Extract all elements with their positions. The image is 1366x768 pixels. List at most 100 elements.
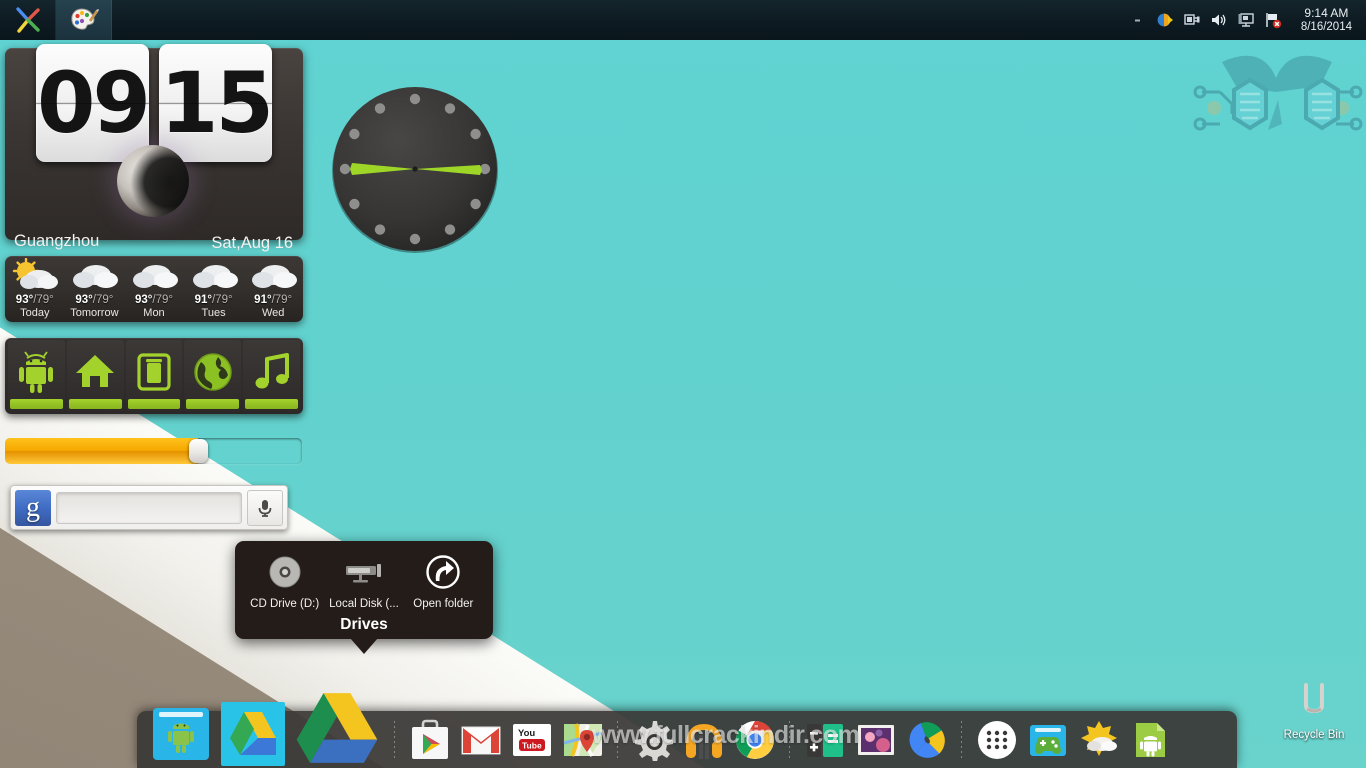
- nexus-x-logo-icon: [13, 5, 43, 35]
- recycle-bin-desktop-icon[interactable]: Recycle Bin: [1272, 683, 1356, 741]
- dock-item-settings[interactable]: [627, 714, 678, 765]
- weather-icon: [1078, 719, 1120, 761]
- dock-item-weather[interactable]: [1073, 714, 1124, 765]
- search-input[interactable]: [56, 492, 242, 524]
- dock-item-games-folder[interactable]: [1022, 714, 1073, 765]
- android-robot-icon: [15, 351, 57, 393]
- forecast-high: 93°: [16, 294, 33, 306]
- gallery-icon: [855, 719, 897, 761]
- calculator-icon: [804, 719, 846, 761]
- htc-clock-weather-widget[interactable]: 09 15 Guangzhou Clear Sat,Aug 16 81° H: …: [5, 48, 303, 240]
- drive-item-open-folder[interactable]: Open folder: [404, 554, 483, 610]
- show-hidden-icons-arrow[interactable]: [1129, 11, 1147, 29]
- music-note-icon: [251, 351, 293, 393]
- dock-item-play-store[interactable]: [404, 714, 455, 765]
- brightness-slider[interactable]: [5, 438, 302, 464]
- drive-label: Open folder: [404, 598, 483, 610]
- clock-center-pin: [412, 166, 417, 171]
- volume-icon[interactable]: [1210, 11, 1228, 29]
- forecast-low: 79°: [215, 294, 232, 306]
- display-icon[interactable]: [1237, 11, 1255, 29]
- sun-cloud-icon: [9, 258, 61, 292]
- dock-item-android-file[interactable]: [1124, 714, 1175, 765]
- tray-date: 8/16/2014: [1301, 20, 1352, 34]
- dock-item-gmail[interactable]: [455, 714, 506, 765]
- forecast-label: Tomorrow: [65, 307, 125, 319]
- dock-item-youtube[interactable]: You Tube: [506, 714, 557, 765]
- drives-popup[interactable]: CD Drive (D:) Local Disk (...: [235, 541, 493, 639]
- dock-item-android-folder[interactable]: [145, 714, 217, 765]
- android-folder-icon: [149, 702, 213, 766]
- dock-item-google-app[interactable]: [901, 714, 952, 765]
- dock-item-gallery[interactable]: [850, 714, 901, 765]
- slider-fill: [5, 438, 198, 464]
- forecast-temp: 91°/79°: [243, 294, 303, 306]
- hard-disk-icon: [324, 554, 403, 590]
- flip-minute-value: 15: [159, 44, 272, 162]
- dock-item-google-drive[interactable]: [217, 714, 289, 765]
- taskbar-button-paint[interactable]: [56, 0, 112, 40]
- android-shortcuts-widget: [5, 338, 303, 414]
- forecast-day: 91°/79° Wed: [243, 256, 303, 322]
- shortcut-music[interactable]: [243, 340, 300, 412]
- recycle-bin-label: Recycle Bin: [1272, 729, 1356, 741]
- cloud-icon: [247, 258, 299, 292]
- forecast-low: 79°: [96, 294, 113, 306]
- recycle-bin-icon: [1294, 683, 1334, 721]
- slider-thumb[interactable]: [189, 439, 208, 463]
- google-app-icon: [906, 719, 948, 761]
- analog-clock-widget[interactable]: [330, 85, 500, 253]
- drive-item-local-disk[interactable]: Local Disk (...: [324, 554, 403, 610]
- play-music-icon: [683, 719, 725, 761]
- drive-item-cd[interactable]: CD Drive (D:): [245, 554, 324, 610]
- play-store-icon: [409, 719, 451, 761]
- shortcut-home[interactable]: [67, 340, 124, 412]
- weather-forecast-strip[interactable]: 93°/79° Today 93°/79° Tomorrow 93°/79° M…: [5, 256, 303, 322]
- globe-icon[interactable]: [1156, 11, 1174, 29]
- dock-item-play-music[interactable]: [678, 714, 729, 765]
- forecast-temp: 93°/79°: [124, 294, 184, 306]
- flip-minute: 15: [159, 44, 272, 162]
- tray-time: 9:14 AM: [1301, 6, 1352, 20]
- windows-taskbar: 9:14 AM 8/16/2014: [0, 0, 1366, 40]
- forecast-temp: 93°/79°: [5, 294, 65, 306]
- cloud-icon: [68, 258, 120, 292]
- forecast-label: Wed: [243, 307, 303, 319]
- shortcut-browser[interactable]: [184, 340, 241, 412]
- flag-alert-icon[interactable]: [1264, 11, 1282, 29]
- flip-hour-value: 09: [36, 44, 149, 162]
- home-icon: [74, 351, 116, 393]
- shortcut-accent-bar: [10, 399, 63, 409]
- dock-item-google-drive-hover[interactable]: [289, 714, 385, 765]
- system-tray: 9:14 AM 8/16/2014: [1129, 0, 1366, 40]
- trash-icon: [133, 351, 175, 393]
- flip-hour: 09: [36, 44, 149, 162]
- forecast-label: Today: [5, 307, 65, 319]
- open-folder-arrow-icon: [404, 554, 483, 590]
- dock-separator: [961, 721, 962, 759]
- games-folder-icon: [1027, 719, 1069, 761]
- dock-item-app-drawer[interactable]: [971, 714, 1022, 765]
- forecast-day: 93°/79° Tomorrow: [65, 256, 125, 322]
- shortcut-trash[interactable]: [126, 340, 183, 412]
- weather-city: Guangzhou: [14, 232, 99, 251]
- drives-popup-title: Drives: [235, 616, 493, 634]
- dock-item-calculator[interactable]: [799, 714, 850, 765]
- shortcut-accent-bar: [69, 399, 122, 409]
- google-drive-icon: [221, 702, 285, 766]
- svg-text:You: You: [518, 728, 535, 739]
- forecast-temp: 93°/79°: [65, 294, 125, 306]
- dock-item-maps[interactable]: [557, 714, 608, 765]
- dock-item-chrome[interactable]: [729, 714, 780, 765]
- shortcut-android[interactable]: [8, 340, 65, 412]
- drives-popup-pointer: [350, 638, 378, 654]
- voice-search-button[interactable]: [247, 490, 283, 526]
- google-maps-icon: [562, 719, 604, 761]
- paint-palette-icon: [69, 5, 99, 35]
- google-search-widget[interactable]: g: [10, 485, 288, 530]
- taskbar-button-nexus[interactable]: [0, 0, 56, 40]
- power-plug-icon[interactable]: [1183, 11, 1201, 29]
- app-drawer-icon: [976, 719, 1018, 761]
- svg-text:Tube: Tube: [522, 740, 542, 750]
- taskbar-clock[interactable]: 9:14 AM 8/16/2014: [1291, 6, 1360, 34]
